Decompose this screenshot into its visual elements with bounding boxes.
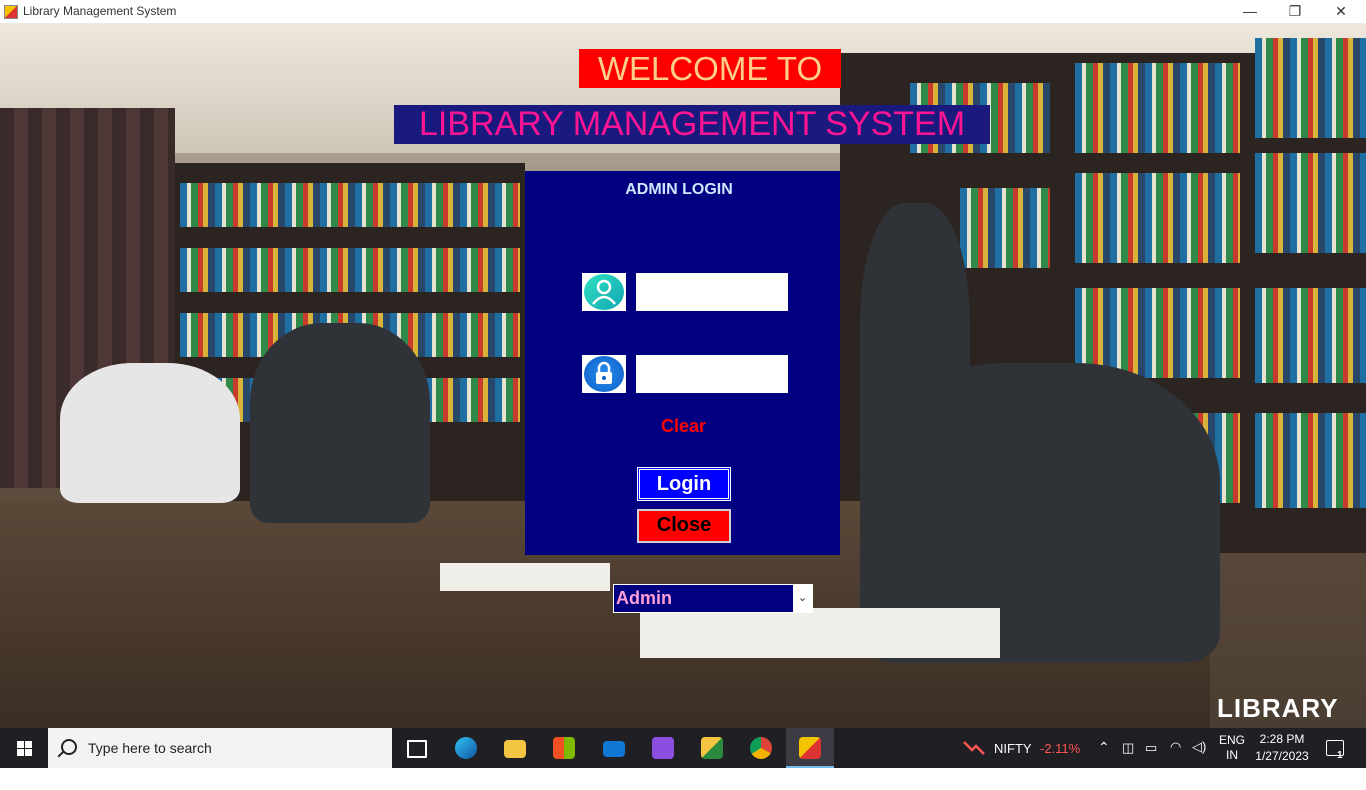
clock-date: 1/27/2023 xyxy=(1255,749,1309,763)
language-line1: ENG xyxy=(1219,733,1246,747)
chevron-down-icon[interactable]: ⌄ xyxy=(793,585,812,612)
library-watermark: LIBRARY xyxy=(1217,693,1339,723)
search-placeholder: Type here to search xyxy=(88,740,212,756)
visual-studio-icon[interactable] xyxy=(639,728,687,768)
window-title: Library Management System xyxy=(23,4,177,18)
chevron-up-icon[interactable]: ⌃ xyxy=(1098,739,1110,779)
notification-count: 1 xyxy=(1337,750,1343,761)
login-button[interactable]: Login xyxy=(637,467,731,501)
language-indicator[interactable]: ENG IN xyxy=(1219,733,1245,773)
chrome-icon[interactable] xyxy=(737,728,785,768)
taskbar-search[interactable]: Type here to search xyxy=(48,728,392,768)
close-window-button[interactable]: ✕ xyxy=(1318,0,1364,23)
task-view-icon[interactable] xyxy=(392,728,440,768)
close-button[interactable]: Close xyxy=(637,509,731,543)
mail-icon[interactable] xyxy=(590,728,638,768)
volume-icon[interactable]: ◁) xyxy=(1192,739,1206,779)
library-app-icon[interactable] xyxy=(786,728,834,768)
user-icon xyxy=(582,273,626,311)
lock-icon xyxy=(582,355,626,393)
search-icon xyxy=(61,739,77,755)
clear-button[interactable]: Clear xyxy=(661,416,706,437)
password-field[interactable] xyxy=(636,355,788,393)
excel-like-icon[interactable] xyxy=(688,728,736,768)
admin-login-panel: ADMIN LOGIN Clear Login Close xyxy=(525,171,840,555)
ticker-change[interactable]: -2.11% xyxy=(1040,741,1080,781)
clock-time: 2:28 PM xyxy=(1259,732,1305,746)
taskbar: Type here to search NIFTY -2.11% ⌃ ◫ ▭ ◠… xyxy=(0,728,1366,768)
ticker-name[interactable]: NIFTY xyxy=(994,741,1032,781)
username-field[interactable] xyxy=(636,273,788,311)
language-line2: IN xyxy=(1226,748,1238,762)
panel-heading: ADMIN LOGIN xyxy=(625,181,733,198)
edge-icon[interactable] xyxy=(442,728,490,768)
start-button[interactable] xyxy=(0,728,48,768)
app-icon xyxy=(4,5,18,19)
wifi-icon[interactable]: ◠ xyxy=(1170,739,1181,779)
meet-now-icon[interactable]: ◫ xyxy=(1122,740,1134,780)
stock-chart-icon[interactable] xyxy=(962,728,986,768)
role-select-value: Admin xyxy=(616,588,672,608)
restore-button[interactable]: ❐ xyxy=(1272,0,1318,23)
windows-logo-icon xyxy=(17,741,24,748)
clock[interactable]: 2:28 PM 1/27/2023 xyxy=(1252,731,1312,771)
store-icon[interactable] xyxy=(540,728,588,768)
battery-icon[interactable]: ▭ xyxy=(1145,740,1157,780)
role-select[interactable]: Admin ⌄ xyxy=(613,584,813,613)
system-title: LIBRARY MANAGEMENT SYSTEM xyxy=(394,105,990,144)
window-titlebar: Library Management System — ❐ ✕ xyxy=(0,0,1366,23)
welcome-banner: WELCOME TO xyxy=(579,49,841,88)
minimize-button[interactable]: — xyxy=(1227,0,1273,23)
file-explorer-icon[interactable] xyxy=(491,728,539,768)
